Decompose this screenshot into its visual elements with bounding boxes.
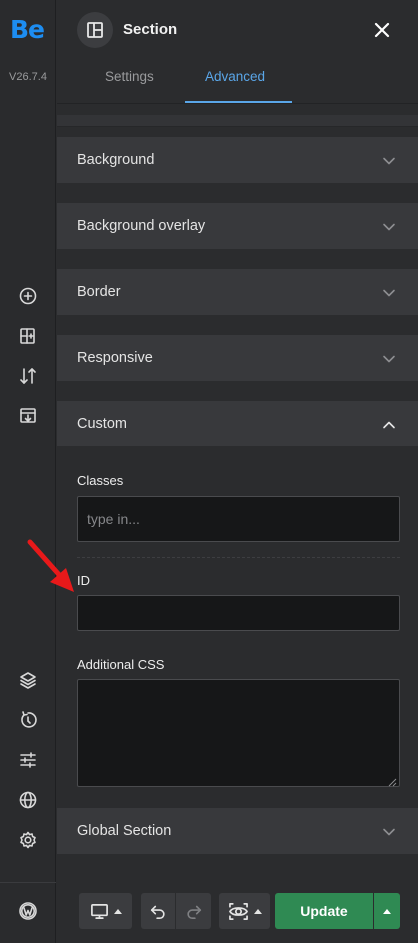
field-divider (77, 557, 400, 558)
responsive-device-button[interactable] (79, 893, 132, 929)
custom-section-body: Classes ID Additional CSS (57, 446, 418, 809)
rail-divider (0, 882, 56, 883)
panel-title: Section (123, 21, 178, 38)
caret-up-icon (383, 908, 391, 914)
redo-icon (186, 905, 201, 920)
bottom-toolbar: Update (57, 880, 418, 943)
settings-icon[interactable] (16, 828, 40, 852)
accordion-border[interactable]: Border (57, 269, 418, 315)
id-label: ID (77, 573, 90, 588)
caret-up-icon (113, 908, 122, 914)
tab-settings[interactable]: Settings (105, 69, 154, 84)
chevron-up-icon (381, 417, 397, 433)
update-button[interactable]: Update (275, 893, 373, 929)
chevron-down-icon (381, 351, 397, 367)
close-icon[interactable] (371, 19, 393, 41)
desktop-icon (90, 903, 108, 919)
redo-button[interactable] (176, 893, 211, 929)
chevron-down-icon (381, 824, 397, 840)
accordion-responsive[interactable]: Responsive (57, 335, 418, 381)
accordion-custom[interactable]: Custom (57, 401, 418, 447)
collapsed-accordion-edge (57, 115, 418, 127)
app-logo[interactable]: Be (10, 15, 45, 44)
id-input[interactable] (77, 595, 400, 631)
update-options-button[interactable] (374, 893, 400, 929)
chevron-down-icon (381, 153, 397, 169)
import-icon[interactable] (16, 404, 40, 428)
left-rail: Be V26.7.4 (0, 0, 56, 943)
accordion-label: Custom (77, 416, 127, 432)
accordion-background[interactable]: Background (57, 137, 418, 183)
undo-icon (150, 905, 165, 920)
additional-css-label: Additional CSS (77, 657, 165, 672)
accordion-label: Global Section (77, 823, 172, 839)
section-layout-icon (77, 12, 113, 48)
layout-add-icon[interactable] (16, 324, 40, 348)
accordion-global-section[interactable]: Global Section (57, 808, 418, 854)
additional-css-textarea[interactable] (77, 679, 400, 787)
chevron-down-icon (381, 285, 397, 301)
add-element-icon[interactable] (16, 284, 40, 308)
chevron-down-icon (381, 219, 397, 235)
accordion-background-overlay[interactable]: Background overlay (57, 203, 418, 249)
panel-header: Section Settings Advanced (57, 0, 418, 104)
classes-input[interactable] (77, 496, 400, 542)
advanced-settings-content[interactable]: Background Background overlay Border Res… (57, 105, 418, 880)
preview-eye-icon (228, 902, 248, 920)
history-group (141, 893, 211, 929)
classes-label: Classes (77, 473, 124, 488)
accordion-label: Background overlay (77, 218, 206, 234)
section-panel: Section Settings Advanced Background Bac… (57, 0, 418, 943)
accordion-label: Responsive (77, 350, 153, 366)
globe-icon[interactable] (16, 788, 40, 812)
accordion-label: Border (77, 284, 121, 300)
resize-handle-icon[interactable] (387, 774, 397, 787)
accordion-label: Background (77, 152, 155, 168)
layers-icon[interactable] (16, 668, 40, 692)
preview-button[interactable] (219, 893, 270, 929)
sort-arrows-icon[interactable] (16, 364, 40, 388)
wordpress-icon[interactable] (16, 899, 40, 923)
sliders-icon[interactable] (16, 748, 40, 772)
caret-up-icon (253, 908, 262, 914)
revisions-icon[interactable] (16, 708, 40, 732)
undo-button[interactable] (141, 893, 175, 929)
active-tab-indicator (185, 101, 292, 103)
version-label: V26.7.4 (9, 71, 47, 83)
tab-advanced[interactable]: Advanced (205, 69, 265, 84)
